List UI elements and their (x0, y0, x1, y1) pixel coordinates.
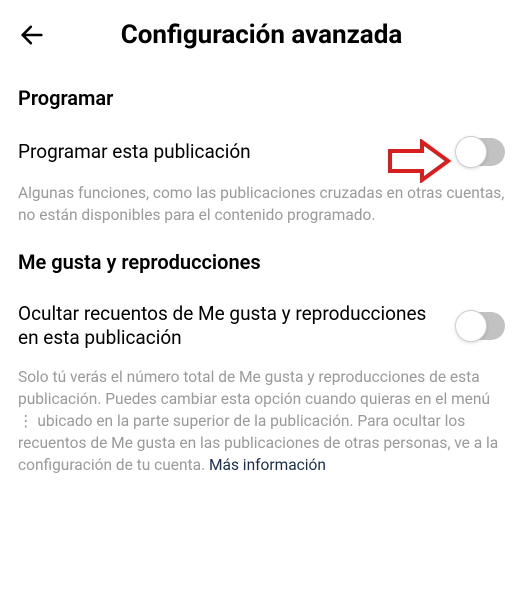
section-programar: Programar Programar esta publicación Alg… (0, 86, 523, 226)
back-icon[interactable] (18, 21, 46, 49)
page-title: Configuración avanzada (46, 20, 477, 50)
toggle-knob (455, 136, 487, 168)
header: Configuración avanzada (0, 0, 523, 66)
toggle-knob (455, 310, 487, 342)
setting-label-programar: Programar esta publicación (18, 140, 445, 164)
description-programar: Algunas funciones, como las publicacione… (18, 182, 505, 226)
toggle-ocultar[interactable] (457, 312, 505, 340)
section-title-programar: Programar (18, 86, 505, 110)
toggle-programar[interactable] (457, 138, 505, 166)
setting-row-ocultar: Ocultar recuentos de Me gusta y reproduc… (18, 302, 505, 350)
section-title-megusta: Me gusta y reproducciones (18, 250, 505, 274)
description-megusta: Solo tú verás el número total de Me gust… (18, 366, 505, 476)
setting-label-ocultar: Ocultar recuentos de Me gusta y reproduc… (18, 302, 445, 350)
more-info-link[interactable]: Más información (209, 456, 326, 474)
setting-row-programar: Programar esta publicación (18, 138, 505, 166)
section-megusta: Me gusta y reproducciones Ocultar recuen… (0, 250, 523, 476)
